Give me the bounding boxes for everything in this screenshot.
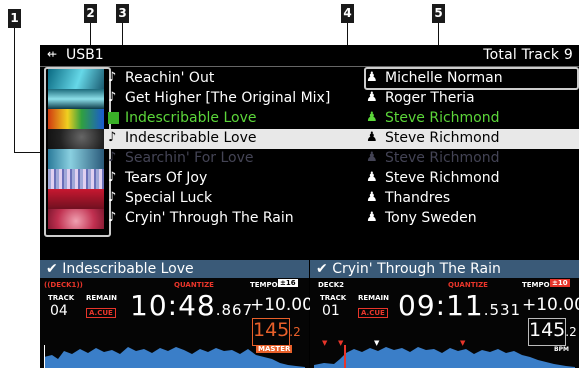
music-note-icon: ♪ xyxy=(108,170,117,185)
deck2-panel: ✔ Cryin' Through The Rain DECK2 QUANTIZE… xyxy=(310,260,579,368)
source-label: USB1 xyxy=(66,47,104,63)
deck2-remain-label: REMAIN xyxy=(358,294,390,302)
track-row[interactable]: ♪ Special Luck ♟ Thandres xyxy=(104,189,579,209)
callout-2: 2 xyxy=(84,4,97,23)
deck2-waveform xyxy=(314,345,575,368)
track-artist: Roger Theria xyxy=(385,90,475,106)
deck1-track-label: TRACK xyxy=(48,294,75,302)
artwork-thumbnail xyxy=(48,129,104,149)
artwork-thumbnail xyxy=(48,149,104,169)
music-note-icon: ♪ xyxy=(108,150,117,165)
track-title: Searchin' For Love xyxy=(125,150,254,166)
person-icon: ♟ xyxy=(366,150,378,165)
deck2-track-label: TRACK xyxy=(320,294,347,302)
music-note-icon: ♪ xyxy=(108,70,117,85)
person-icon: ♟ xyxy=(366,90,378,105)
deck1-acue: A.CUE xyxy=(86,308,116,318)
track-row[interactable]: ♪ Get Higher [The Original Mix] ♟ Roger … xyxy=(104,89,579,109)
deck2-tempo: +10.00% xyxy=(522,295,579,315)
callout-4: 4 xyxy=(341,4,354,23)
artwork-thumbnail xyxy=(48,189,104,209)
artist-column-border xyxy=(364,67,579,90)
track-row[interactable]: ♪ Searchin' For Love ♟ Steve Richmond xyxy=(104,149,579,169)
artwork-thumbnail xyxy=(48,169,104,189)
person-icon: ♟ xyxy=(366,210,378,225)
music-note-icon: ♪ xyxy=(108,190,117,205)
browser-screen: ⇷ USB1 Total Track 9 ♪ Reachin' Out ♟ Mi… xyxy=(40,45,579,368)
track-title: Indescribable Love xyxy=(125,130,257,146)
playing-icon xyxy=(108,112,119,124)
deck1-panel: ✔ Indescribable Love ((DECK1)) QUANTIZE … xyxy=(40,260,321,368)
artwork-thumbnail xyxy=(48,109,104,129)
deck1-time: 10:48.867 xyxy=(130,289,254,322)
deck2-bpm: 145.2 xyxy=(528,318,577,346)
callout-3: 3 xyxy=(116,4,129,23)
music-note-icon: ♪ xyxy=(108,130,117,145)
deck1-title: ✔ Indescribable Love xyxy=(46,261,194,277)
person-icon: ♟ xyxy=(366,170,378,185)
artwork-thumbnail xyxy=(48,89,104,109)
track-artist: Steve Richmond xyxy=(385,110,500,126)
track-title: Reachin' Out xyxy=(125,70,215,86)
track-artist: Steve Richmond xyxy=(385,150,500,166)
person-icon: ♟ xyxy=(366,130,378,145)
usb-icon: ⇷ xyxy=(47,47,58,61)
music-note-icon: ♪ xyxy=(108,90,117,105)
deck1-tempo-range: ±16 xyxy=(278,279,298,287)
deck2-tempo-range: ±10 xyxy=(550,279,570,287)
deck2-track-number: 01 xyxy=(322,303,340,319)
track-title: Special Luck xyxy=(125,190,213,206)
track-row-selected[interactable]: ♪ Indescribable Love ♟ Steve Richmond xyxy=(104,129,579,149)
artwork-thumbnail xyxy=(48,69,104,89)
deck1-waveform xyxy=(44,345,305,368)
deck2-quantize: QUANTIZE xyxy=(448,281,488,289)
deck2-label: DECK2 xyxy=(318,281,345,289)
track-title: Get Higher [The Original Mix] xyxy=(125,90,331,106)
deck1-remain-label: REMAIN xyxy=(86,294,118,302)
track-artist: Thandres xyxy=(385,190,451,206)
deck1-tempo-label: TEMPO xyxy=(250,281,278,289)
track-row[interactable]: ♪ Cryin' Through The Rain ♟ Tony Sweden xyxy=(104,209,579,229)
track-artist: Steve Richmond xyxy=(385,130,500,146)
track-title: Tears Of Joy xyxy=(125,170,208,186)
deck1-label: ((DECK1)) xyxy=(44,281,83,289)
deck1-track-number: 04 xyxy=(50,303,68,319)
deck1-title-bar: ✔ Indescribable Love xyxy=(40,260,309,278)
person-icon: ♟ xyxy=(366,110,378,125)
callout-5: 5 xyxy=(432,4,445,23)
track-artist: Tony Sweden xyxy=(385,210,477,226)
callout-line xyxy=(14,28,15,153)
deck2-tempo-label: TEMPO xyxy=(522,281,550,289)
deck2-acue: A.CUE xyxy=(358,308,388,318)
browser-header: ⇷ USB1 Total Track 9 xyxy=(40,45,579,67)
track-title: Cryin' Through The Rain xyxy=(125,210,294,226)
deck2-title-bar: ✔ Cryin' Through The Rain xyxy=(310,260,579,278)
deck1-bpm: 145.2 xyxy=(252,318,301,346)
music-note-icon: ♪ xyxy=(108,210,117,225)
callout-1: 1 xyxy=(8,9,21,28)
track-row-playing[interactable]: Indescribable Love ♟ Steve Richmond xyxy=(104,109,579,129)
deck2-title: ✔ Cryin' Through The Rain xyxy=(316,261,501,277)
artwork-thumbnail xyxy=(48,209,104,229)
track-artist: Steve Richmond xyxy=(385,170,500,186)
track-title: Indescribable Love xyxy=(125,110,257,126)
deck1-quantize: QUANTIZE xyxy=(174,281,214,289)
person-icon: ♟ xyxy=(366,190,378,205)
track-row[interactable]: ♪ Tears Of Joy ♟ Steve Richmond xyxy=(104,169,579,189)
total-tracks: Total Track 9 xyxy=(483,47,573,63)
deck2-time: 09:11.531 xyxy=(398,289,522,322)
